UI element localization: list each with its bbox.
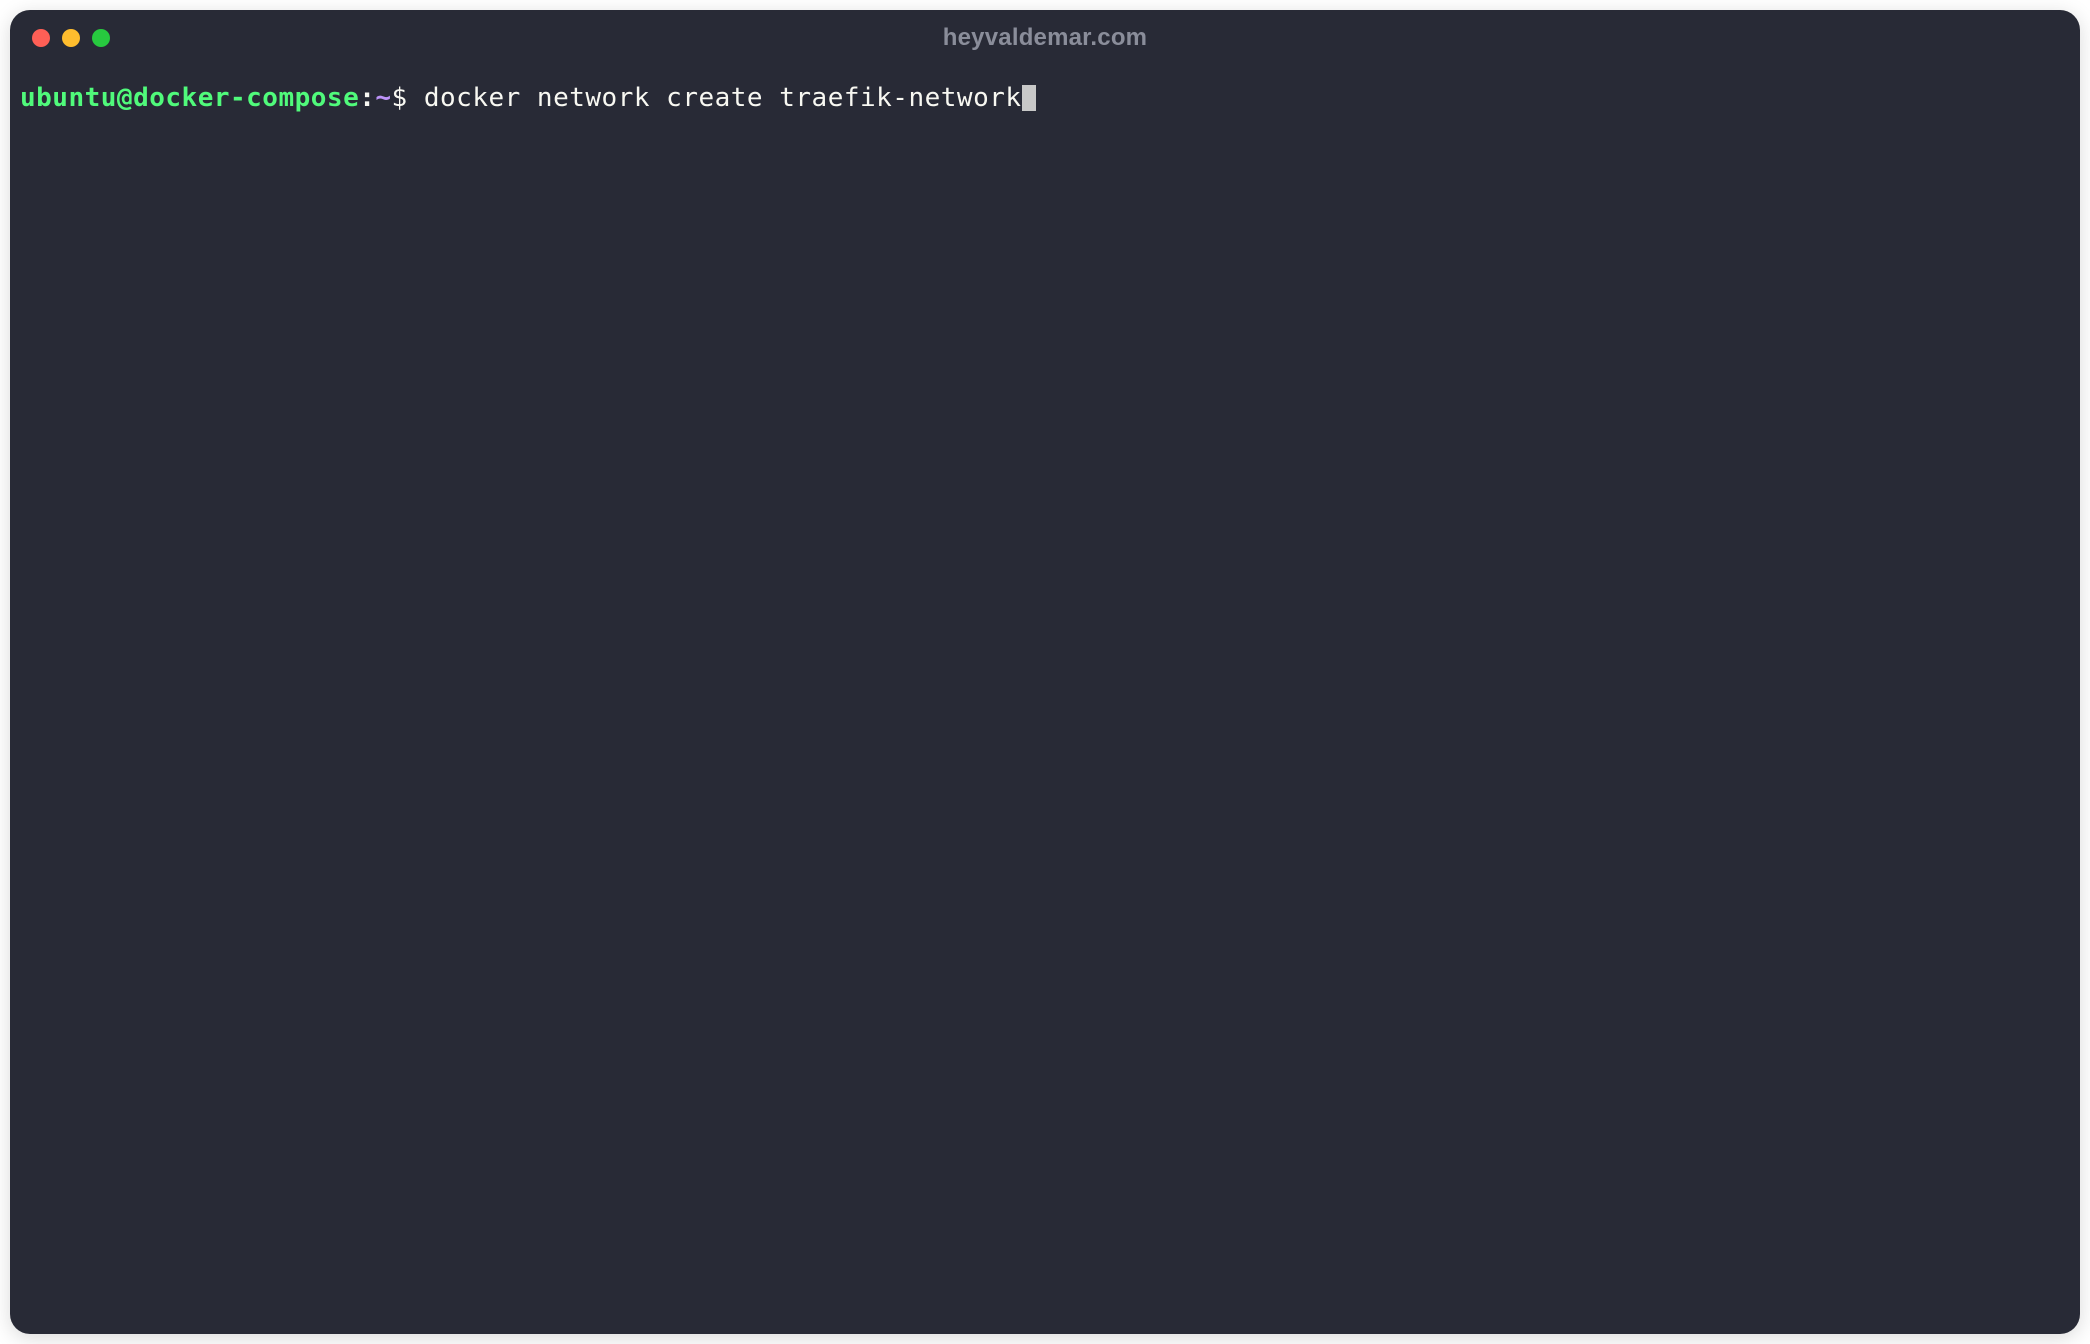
cursor-block <box>1022 85 1036 111</box>
prompt-user: ubuntu <box>20 83 117 113</box>
terminal-body[interactable]: ubuntu@docker-compose:~$ docker network … <box>10 66 2080 1334</box>
traffic-lights <box>32 29 110 47</box>
maximize-button[interactable] <box>92 29 110 47</box>
prompt-at: @ <box>117 83 133 113</box>
close-button[interactable] <box>32 29 50 47</box>
title-bar: heyvaldemar.com <box>10 10 2080 66</box>
minimize-button[interactable] <box>62 29 80 47</box>
prompt-path: ~ <box>375 83 391 113</box>
prompt-colon: : <box>359 83 375 113</box>
prompt-host: docker-compose <box>133 83 359 113</box>
window-title: heyvaldemar.com <box>943 24 1147 52</box>
command-text: docker network create traefik-network <box>424 83 1022 113</box>
prompt-symbol: $ <box>392 83 424 113</box>
terminal-window: heyvaldemar.com ubuntu@docker-compose:~$… <box>10 10 2080 1334</box>
